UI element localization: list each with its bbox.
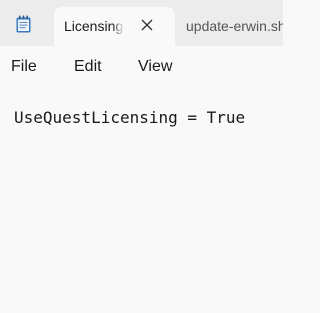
editor-line: UseQuestLicensing = True — [14, 108, 246, 127]
tab-bar: Licensing update-erwin.sh — [0, 0, 283, 46]
close-icon[interactable] — [140, 18, 154, 32]
menu-bar: File Edit View — [0, 46, 283, 90]
menu-view[interactable]: View — [138, 58, 172, 76]
tab-update-erwin[interactable]: update-erwin.sh — [176, 7, 283, 46]
menu-file[interactable]: File — [11, 58, 37, 76]
menu-edit[interactable]: Edit — [74, 58, 102, 76]
text-editor[interactable]: UseQuestLicensing = True — [0, 90, 283, 313]
tab-licensing[interactable]: Licensing — [54, 7, 175, 46]
tab-title: update-erwin.sh — [186, 18, 283, 34]
notepad-icon — [16, 15, 31, 33]
tab-title: Licensing — [64, 18, 124, 34]
